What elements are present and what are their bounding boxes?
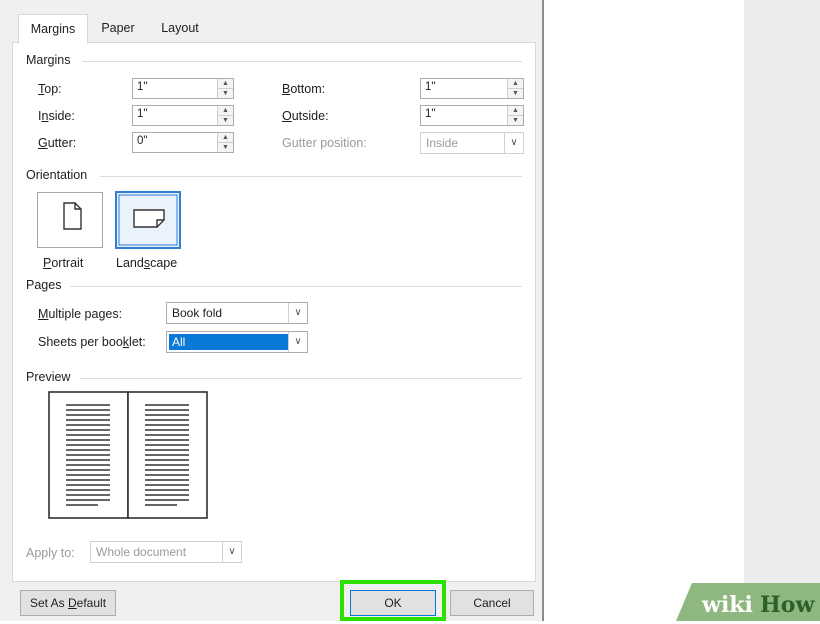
spin-down-icon[interactable]: ▼ — [218, 88, 233, 98]
chevron-down-icon[interactable]: ∨ — [288, 303, 307, 323]
document-page-area — [744, 0, 820, 621]
spin-down-icon[interactable]: ▼ — [218, 142, 233, 152]
multiple-pages-label: Multiple pages: — [38, 307, 123, 321]
gutter-value: 0" — [137, 135, 148, 147]
portrait-page-icon — [63, 202, 82, 230]
tab-paper-label: Paper — [101, 21, 135, 35]
svg-text:How: How — [760, 592, 815, 618]
landscape-button[interactable] — [115, 191, 181, 249]
spin-down-icon[interactable]: ▼ — [508, 115, 523, 125]
preview-section-title: Preview — [26, 370, 71, 384]
apply-to-value: Whole document — [96, 545, 187, 559]
sheets-per-booklet-select[interactable]: All ∨ — [166, 331, 308, 353]
preview-image — [48, 391, 208, 519]
chevron-down-icon: ∨ — [504, 133, 523, 153]
tab-paper[interactable]: Paper — [92, 14, 144, 42]
sheets-per-booklet-value: All — [172, 335, 186, 349]
outside-margin-spinner[interactable]: 1" ▲ ▼ — [420, 105, 524, 126]
spin-down-icon[interactable]: ▼ — [218, 115, 233, 125]
spin-up-icon[interactable]: ▲ — [218, 133, 233, 142]
page-setup-dialog: Margins Paper Layout Margins Top: 1" ▲ ▼ … — [0, 0, 544, 621]
ok-label: OK — [384, 596, 402, 610]
outside-margin-label: Outside: — [282, 109, 329, 123]
orientation-section-title: Orientation — [26, 168, 88, 182]
landscape-label: Landscape — [116, 256, 178, 270]
sheets-per-booklet-label: Sheets per booklet: — [38, 335, 146, 349]
pages-section-title: Pages — [26, 278, 62, 292]
top-margin-label-text: op: — [44, 82, 62, 96]
wikihow-watermark: wiki How — [676, 583, 820, 621]
gutter-label: Gutter: — [38, 136, 77, 150]
spin-up-icon[interactable]: ▲ — [218, 79, 233, 88]
apply-to-label: Apply to: — [26, 546, 75, 560]
spinner-arrows[interactable]: ▲ ▼ — [507, 106, 523, 125]
gutter-position-value: Inside — [426, 136, 459, 150]
spin-down-icon[interactable]: ▼ — [508, 88, 523, 98]
tab-layout-label: Layout — [161, 21, 199, 35]
spin-up-icon[interactable]: ▲ — [508, 106, 523, 115]
divider — [82, 61, 522, 62]
wikihow-logo: wiki How — [676, 583, 820, 621]
chevron-down-icon[interactable]: ∨ — [288, 332, 307, 352]
set-as-default-button[interactable]: Set As Default — [20, 590, 116, 616]
spinner-arrows[interactable]: ▲ ▼ — [217, 79, 233, 98]
svg-text:wiki: wiki — [701, 592, 753, 618]
bottom-margin-spinner[interactable]: 1" ▲ ▼ — [420, 78, 524, 99]
spinner-arrows[interactable]: ▲ ▼ — [217, 106, 233, 125]
margins-section-title: Margins — [26, 53, 71, 67]
gutter-position-label: Gutter position: — [282, 136, 367, 150]
inside-margin-label: Inside: — [38, 109, 75, 123]
portrait-button[interactable] — [37, 192, 103, 248]
tab-margins-label: Margins — [30, 22, 76, 36]
ok-button[interactable]: OK — [350, 590, 436, 616]
spin-up-icon[interactable]: ▲ — [218, 106, 233, 115]
bottom-margin-label: Bottom: — [282, 82, 326, 96]
top-margin-value: 1" — [137, 81, 148, 93]
inside-margin-value: 1" — [137, 108, 148, 120]
bottom-margin-value: 1" — [425, 81, 436, 93]
cancel-label: Cancel — [473, 596, 511, 610]
divider — [70, 286, 522, 287]
book-fold-preview-icon — [48, 391, 208, 519]
inside-margin-spinner[interactable]: 1" ▲ ▼ — [132, 105, 234, 126]
top-margin-spinner[interactable]: 1" ▲ ▼ — [132, 78, 234, 99]
outside-margin-value: 1" — [425, 108, 436, 120]
tab-layout[interactable]: Layout — [150, 14, 210, 42]
portrait-label: Portrait — [43, 256, 84, 270]
apply-to-select: Whole document ∨ — [90, 541, 242, 563]
spinner-arrows[interactable]: ▲ ▼ — [507, 79, 523, 98]
landscape-page-icon — [118, 194, 178, 246]
multiple-pages-value: Book fold — [172, 306, 223, 320]
tab-margins[interactable]: Margins — [18, 14, 88, 44]
spin-up-icon[interactable]: ▲ — [508, 79, 523, 88]
chevron-down-icon: ∨ — [222, 542, 241, 562]
top-margin-label: Top: — [38, 82, 62, 96]
spinner-arrows[interactable]: ▲ ▼ — [217, 133, 233, 152]
gutter-spinner[interactable]: 0" ▲ ▼ — [132, 132, 234, 153]
divider — [80, 378, 522, 379]
divider — [100, 176, 522, 177]
gutter-position-select: Inside ∨ — [420, 132, 524, 154]
multiple-pages-select[interactable]: Book fold ∨ — [166, 302, 308, 324]
selection-highlight — [169, 334, 288, 350]
cancel-button[interactable]: Cancel — [450, 590, 534, 616]
